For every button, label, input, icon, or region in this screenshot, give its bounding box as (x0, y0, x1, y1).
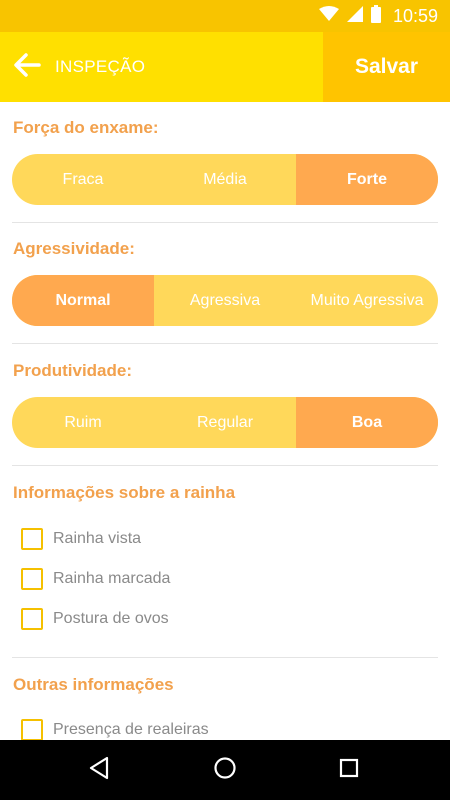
triangle-back-icon (88, 756, 110, 785)
checkbox[interactable] (21, 719, 43, 740)
status-bar: 10:59 (0, 0, 450, 32)
option-muito-agressiva[interactable]: Muito Agressiva (296, 275, 438, 326)
divider (12, 657, 438, 658)
divider (12, 222, 438, 223)
divider (12, 465, 438, 466)
section-title-agressividade: Agressividade: (13, 239, 135, 258)
option-normal[interactable]: Normal (12, 275, 154, 326)
checkbox-label: Postura de ovos (53, 610, 169, 627)
recents-nav-button[interactable] (331, 752, 367, 788)
segmented-control-forca: Fraca Média Forte (12, 154, 438, 205)
option-fraca[interactable]: Fraca (12, 154, 154, 205)
checkbox-rainha-marcada[interactable]: Rainha marcada (21, 567, 170, 591)
status-icons: 10:59 (318, 0, 438, 32)
navigation-bar (0, 740, 450, 800)
back-nav-button[interactable] (81, 752, 117, 788)
divider (12, 343, 438, 344)
wifi-icon (318, 5, 339, 27)
section-title-produtividade: Produtividade: (13, 361, 133, 380)
signal-icon (346, 5, 363, 27)
checkbox-presenca-realeiras[interactable]: Presença de realeiras (21, 718, 209, 740)
back-button[interactable] (10, 50, 44, 84)
option-media[interactable]: Média (154, 154, 296, 205)
option-regular[interactable]: Regular (154, 397, 296, 448)
section-title-outras: Outras informações (13, 675, 174, 694)
checkbox-rainha-vista[interactable]: Rainha vista (21, 527, 141, 551)
checkbox-postura-de-ovos[interactable]: Postura de ovos (21, 607, 169, 631)
option-ruim[interactable]: Ruim (12, 397, 154, 448)
section-title-rainha: Informações sobre a rainha (13, 483, 236, 502)
app-bar: INSPEÇÃO Salvar (0, 32, 450, 102)
option-forte[interactable]: Forte (296, 154, 438, 205)
page-title: INSPEÇÃO (55, 57, 146, 76)
option-agressiva[interactable]: Agressiva (154, 275, 296, 326)
segmented-control-produtividade: Ruim Regular Boa (12, 397, 438, 448)
square-recents-icon (338, 757, 360, 784)
option-boa[interactable]: Boa (296, 397, 438, 448)
checkbox-label: Rainha marcada (53, 570, 171, 587)
checkbox-label: Rainha vista (53, 530, 142, 547)
checkbox[interactable] (21, 528, 43, 550)
status-time: 10:59 (392, 5, 438, 26)
inspection-form[interactable]: Força do enxame: Fraca Média Forte Agres… (0, 102, 450, 740)
save-button[interactable]: Salvar (323, 32, 450, 102)
circle-home-icon (213, 756, 237, 785)
segmented-control-agressividade: Normal Agressiva Muito Agressiva (12, 275, 438, 326)
checkbox[interactable] (21, 608, 43, 630)
arrow-left-icon (13, 52, 41, 82)
battery-icon (370, 4, 381, 28)
checkbox[interactable] (21, 568, 43, 590)
section-title-forca: Força do enxame: (13, 118, 159, 137)
home-nav-button[interactable] (207, 752, 243, 788)
checkbox-label: Presença de realeiras (53, 721, 209, 738)
